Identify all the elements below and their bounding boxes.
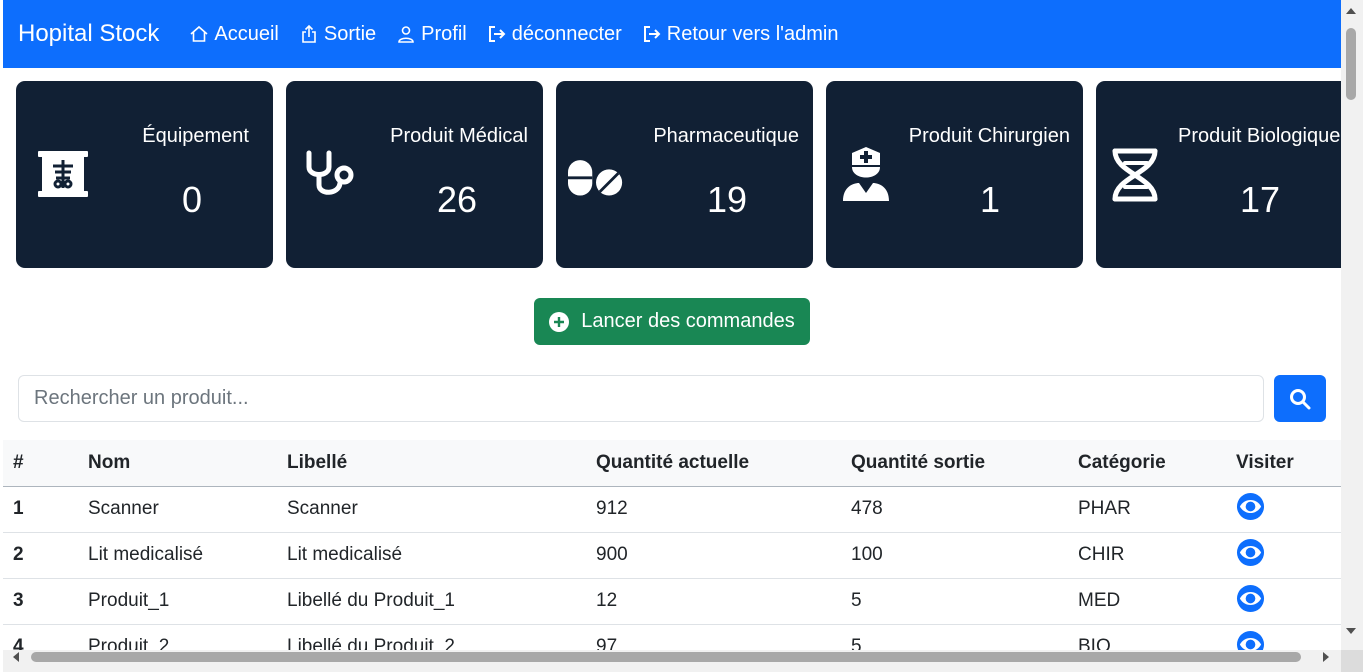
column-header-quantite-sortie: Quantité sortie [841, 440, 1068, 487]
row-nom: Scanner [78, 486, 277, 533]
launch-orders-button[interactable]: Lancer des commandes [534, 298, 810, 345]
column-header-categorie: Catégorie [1068, 440, 1226, 487]
card-value: 19 [707, 179, 748, 220]
row-categorie: MED [1068, 578, 1226, 625]
nav-link-label: Profil [421, 22, 467, 45]
scroll-left-arrow[interactable] [13, 652, 19, 662]
nav-link-retour-admin[interactable]: Retour vers l'admin [642, 22, 839, 46]
card-title: Équipement [142, 125, 249, 147]
card-title: Pharmaceutique [653, 125, 799, 147]
card-title: Produit Chirurgien [908, 125, 1070, 147]
row-libelle: Libellé du Produit_2 [277, 624, 586, 650]
navbar: Hopital Stock Accueil Sortie Profil déco… [3, 0, 1341, 68]
card-value: 17 [1240, 179, 1281, 220]
row-quantite-actuelle: 97 [586, 624, 841, 650]
x-ray-icon [38, 151, 88, 197]
card-value: 26 [437, 179, 478, 220]
row-quantite-actuelle: 12 [586, 578, 841, 625]
table-row: 4 Produit_2 Libellé du Produit_2 97 5 BI… [3, 624, 1341, 650]
nav-link-label: Accueil [214, 22, 279, 45]
nav-link-label: Retour vers l'admin [666, 22, 839, 45]
eye-icon[interactable] [1236, 630, 1265, 651]
row-categorie: PHAR [1068, 486, 1226, 533]
column-header-quantite-actuelle: Quantité actuelle [586, 440, 841, 487]
sign-out-icon [643, 26, 661, 42]
table-row: 3 Produit_1 Libellé du Produit_1 12 5 ME… [3, 578, 1341, 625]
row-quantite-sortie: 5 [841, 624, 1068, 650]
row-quantite-actuelle: 900 [586, 532, 841, 579]
stethoscope-icon [306, 150, 354, 195]
row-quantite-actuelle: 912 [586, 486, 841, 533]
row-libelle: Lit medicalisé [277, 532, 586, 579]
column-header-nom: Nom [78, 440, 277, 487]
card-title: Produit Médical [390, 125, 528, 147]
visit-cell [1226, 532, 1341, 579]
launch-orders-label: Lancer des commandes [581, 310, 795, 332]
dna-icon [1112, 148, 1158, 202]
row-libelle: Libellé du Produit_1 [277, 578, 586, 625]
card-produit-chirurgien[interactable]: Produit Chirurgien 1 [826, 81, 1083, 268]
visit-cell [1226, 486, 1341, 533]
box-arrow-up-icon [302, 24, 316, 43]
row-categorie: CHIR [1068, 532, 1226, 579]
nav-link-profil[interactable]: Profil [396, 23, 467, 46]
scroll-down-arrow[interactable] [1346, 628, 1356, 634]
pills-icon [568, 160, 623, 196]
horizontal-scrollbar[interactable] [3, 650, 1341, 672]
row-libelle: Scanner [277, 486, 586, 533]
card-value: 1 [980, 179, 1001, 220]
search-input[interactable] [18, 375, 1264, 422]
scrollbar-corner [1341, 650, 1363, 672]
nav-link-deconnecter[interactable]: déconnecter [487, 23, 622, 46]
products-table: # Nom Libellé Quantité actuelle Quantité… [3, 440, 1341, 650]
eye-icon[interactable] [1236, 538, 1265, 567]
column-header-libelle: Libellé [277, 440, 586, 487]
card-title: Produit Biologique [1178, 125, 1341, 147]
table-row: 1 Scanner Scanner 912 478 PHAR [3, 486, 1341, 533]
column-header-visiter: Visiter [1226, 440, 1341, 487]
row-quantite-sortie: 100 [841, 532, 1068, 579]
nav-link-label: Sortie [323, 22, 377, 45]
search-icon [1290, 388, 1311, 409]
table-header-row: # Nom Libellé Quantité actuelle Quantité… [3, 440, 1341, 487]
row-quantite-sortie: 5 [841, 578, 1068, 625]
card-pharmaceutique[interactable]: Pharmaceutique 19 [556, 81, 813, 268]
person-icon [398, 26, 414, 43]
horizontal-scroll-thumb[interactable] [31, 652, 1301, 662]
card-equipement[interactable]: Équipement 0 [16, 81, 273, 268]
plus-circle-icon [549, 311, 570, 332]
row-nom: Produit_1 [78, 578, 277, 625]
row-number: 1 [3, 486, 78, 533]
card-produit-biologique[interactable]: Produit Biologique 17 [1096, 81, 1341, 268]
vertical-scroll-thumb[interactable] [1346, 28, 1356, 100]
card-produit-medical[interactable]: Produit Médical 26 [286, 81, 543, 268]
eye-icon[interactable] [1236, 584, 1265, 613]
row-nom: Produit_2 [78, 624, 277, 650]
row-number: 3 [3, 578, 78, 625]
user-nurse-icon [843, 147, 889, 201]
house-icon [190, 25, 208, 42]
scroll-right-arrow[interactable] [1323, 652, 1329, 662]
row-nom: Lit medicalisé [78, 532, 277, 579]
visit-cell [1226, 624, 1341, 650]
eye-icon[interactable] [1236, 492, 1265, 521]
row-categorie: BIO [1068, 624, 1226, 650]
page-viewport: Hopital Stock Accueil Sortie Profil déco… [3, 0, 1341, 650]
table-row: 2 Lit medicalisé Lit medicalisé 900 100 … [3, 532, 1341, 579]
nav-link-sortie[interactable]: Sortie [299, 23, 376, 46]
visit-cell [1226, 578, 1341, 625]
card-value: 0 [182, 179, 203, 220]
column-header-number: # [3, 440, 78, 487]
brand[interactable]: Hopital Stock [18, 20, 159, 48]
scroll-up-arrow[interactable] [1346, 8, 1356, 14]
nav-link-accueil[interactable]: Accueil [189, 22, 279, 46]
search-button[interactable] [1274, 375, 1326, 422]
row-number: 4 [3, 624, 78, 650]
nav-link-label: déconnecter [511, 22, 622, 45]
sign-out-icon [488, 26, 506, 42]
row-number: 2 [3, 532, 78, 579]
vertical-scrollbar[interactable] [1341, 0, 1363, 672]
row-quantite-sortie: 478 [841, 486, 1068, 533]
